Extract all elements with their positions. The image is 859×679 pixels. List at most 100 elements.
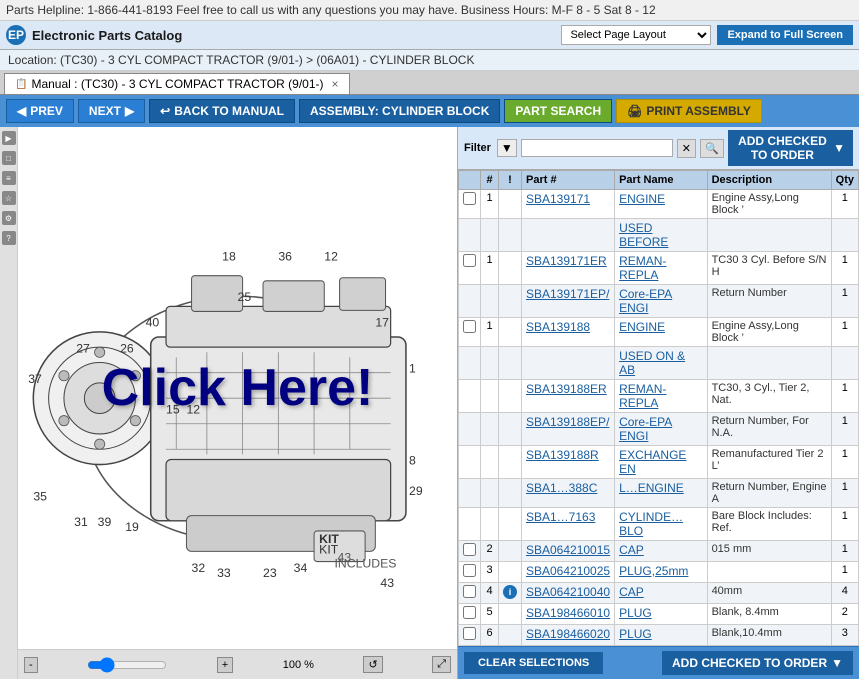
row-checkbox-cell — [459, 508, 481, 541]
part-number-link[interactable]: SBA139188EP/ — [526, 415, 609, 429]
part-number-link[interactable]: SBA064210015 — [526, 543, 610, 557]
zoom-slider[interactable] — [87, 657, 167, 673]
part-number-link[interactable]: SBA198466020 — [526, 627, 610, 641]
zoom-level: 100 % — [283, 659, 314, 671]
part-name-link[interactable]: Core-EPA ENGI — [619, 415, 672, 443]
diagram-svg: KIT KIT 43 INCLUDES 27 26 25 37 40 15 12… — [18, 127, 457, 649]
part-number-link[interactable]: SBA139188R — [526, 448, 599, 462]
part-name-link[interactable]: PLUG — [619, 627, 652, 641]
zoom-fit-button[interactable]: ⤢ — [432, 656, 451, 673]
filter-clear-button[interactable]: ✕ — [677, 139, 696, 158]
part-number-link[interactable]: SBA064210025 — [526, 564, 610, 578]
side-icon-2[interactable]: □ — [2, 151, 16, 165]
row-checkbox[interactable] — [463, 320, 476, 333]
filter-search-button[interactable]: 🔍 — [700, 139, 724, 158]
row-number — [481, 380, 499, 413]
zoom-reset-button[interactable]: ↺ — [363, 656, 382, 673]
part-name-link[interactable]: Core-EPA ENGI — [619, 287, 672, 315]
zoom-out-button[interactable]: - — [24, 657, 38, 673]
row-qty: 1 — [831, 562, 858, 583]
page-layout-select[interactable]: Select Page Layout — [561, 25, 711, 45]
part-number-link[interactable]: SBA064210040 — [526, 585, 610, 599]
part-name-link[interactable]: L…ENGINE — [619, 481, 684, 495]
side-icon-4[interactable]: ☆ — [2, 191, 16, 205]
part-number-link[interactable]: SBA139171 — [526, 192, 590, 206]
row-part-name: Core-EPA ENGI — [615, 413, 707, 446]
filter-input[interactable] — [521, 139, 673, 157]
part-number-link[interactable]: SBA1…388C — [526, 481, 597, 495]
svg-text:12: 12 — [186, 403, 200, 417]
row-checkbox[interactable] — [463, 254, 476, 267]
tab-close-button[interactable]: × — [332, 77, 339, 91]
row-part-number: SBA198466020 — [522, 625, 615, 646]
part-name-link[interactable]: ENGINE — [619, 192, 665, 206]
side-icon-5[interactable]: ⚙ — [2, 211, 16, 225]
clear-selections-button[interactable]: CLEAR SELECTIONS — [464, 652, 603, 674]
row-checkbox[interactable] — [463, 564, 476, 577]
side-icon-1[interactable]: ▶ — [2, 131, 16, 145]
row-part-number: SBA139188R — [522, 446, 615, 479]
svg-text:12: 12 — [324, 249, 338, 263]
part-name-link[interactable]: REMAN-REPLA — [619, 254, 666, 282]
row-info — [499, 562, 522, 583]
row-number — [481, 508, 499, 541]
parts-table-container[interactable]: # ! Part # Part Name Description Qty 1SB… — [458, 170, 859, 646]
next-button[interactable]: NEXT ▶ — [78, 99, 145, 123]
part-number-link[interactable]: SBA139171EP/ — [526, 287, 609, 301]
add-to-order-top-button[interactable]: ADD CHECKED TO ORDER ▼ — [728, 130, 853, 166]
print-button[interactable]: 🖨 PRINT ASSEMBLY — [616, 99, 762, 123]
row-part-number: SBA139171ER — [522, 252, 615, 285]
part-name-link[interactable]: CAP — [619, 543, 644, 557]
row-description: Blank,10.4mm — [707, 625, 831, 646]
expand-button[interactable]: Expand to Full Screen — [717, 25, 853, 45]
filter-bar: Filter ▼ ✕ 🔍 ADD CHECKED TO ORDER ▼ — [458, 127, 859, 170]
prev-button[interactable]: ◀ PREV — [6, 99, 74, 123]
add-to-order-bottom-button[interactable]: ADD CHECKED TO ORDER ▼ — [662, 651, 853, 675]
row-checkbox[interactable] — [463, 585, 476, 598]
part-name-link[interactable]: REMAN-REPLA — [619, 382, 666, 410]
part-name-link[interactable]: CAP — [619, 585, 644, 599]
part-number-link[interactable]: SBA139171ER — [526, 254, 607, 268]
row-number — [481, 219, 499, 252]
row-description: Return Number, For N.A. — [707, 413, 831, 446]
part-name-link[interactable]: CYLINDE…BLO — [619, 510, 683, 538]
side-icon-6[interactable]: ? — [2, 231, 16, 245]
part-search-button[interactable]: PART SEARCH — [504, 99, 612, 123]
row-checkbox-cell — [459, 479, 481, 508]
part-name-link[interactable]: USED ON & AB — [619, 349, 685, 377]
row-checkbox[interactable] — [463, 192, 476, 205]
part-name-link[interactable]: ENGINE — [619, 320, 665, 334]
zoom-in-button[interactable]: + — [217, 657, 233, 673]
part-number-link[interactable]: SBA139188ER — [526, 382, 607, 396]
row-part-number: SBA139188EP/ — [522, 413, 615, 446]
filter-dropdown-icon[interactable]: ▼ — [497, 139, 517, 157]
row-qty: 1 — [831, 413, 858, 446]
row-checkbox-cell — [459, 413, 481, 446]
row-checkbox[interactable] — [463, 606, 476, 619]
part-name-link[interactable]: EXCHANGE EN — [619, 448, 686, 476]
part-name-link[interactable]: PLUG,25mm — [619, 564, 688, 578]
back-to-manual-button[interactable]: ↩ BACK TO MANUAL — [149, 99, 295, 123]
svg-text:18: 18 — [222, 249, 236, 263]
row-description: Engine Assy,Long Block ’ — [707, 190, 831, 219]
assembly-button[interactable]: ASSEMBLY: CYLINDER BLOCK — [299, 99, 500, 123]
part-name-link[interactable]: USED BEFORE — [619, 221, 668, 249]
row-part-name: PLUG,25mm — [615, 562, 707, 583]
part-number-link[interactable]: SBA1…7163 — [526, 510, 595, 524]
manual-tab[interactable]: 📋 Manual : (TC30) - 3 CYL COMPACT TRACTO… — [4, 73, 350, 94]
tab-icon: 📋 — [15, 79, 27, 90]
row-checkbox[interactable] — [463, 627, 476, 640]
row-checkbox-cell — [459, 625, 481, 646]
info-badge[interactable]: i — [503, 585, 517, 599]
part-name-link[interactable]: PLUG — [619, 606, 652, 620]
row-description — [707, 347, 831, 380]
row-part-number: SBA139188ER — [522, 380, 615, 413]
part-number-link[interactable]: SBA139188 — [526, 320, 590, 334]
row-description: 40mm — [707, 583, 831, 604]
part-number-link[interactable]: SBA198466010 — [526, 606, 610, 620]
toolbar: ◀ PREV NEXT ▶ ↩ BACK TO MANUAL ASSEMBLY:… — [0, 95, 859, 127]
tab-label: Manual : (TC30) - 3 CYL COMPACT TRACTOR … — [31, 77, 323, 91]
row-part-name: PLUG — [615, 604, 707, 625]
side-icon-3[interactable]: ≡ — [2, 171, 16, 185]
row-checkbox[interactable] — [463, 543, 476, 556]
